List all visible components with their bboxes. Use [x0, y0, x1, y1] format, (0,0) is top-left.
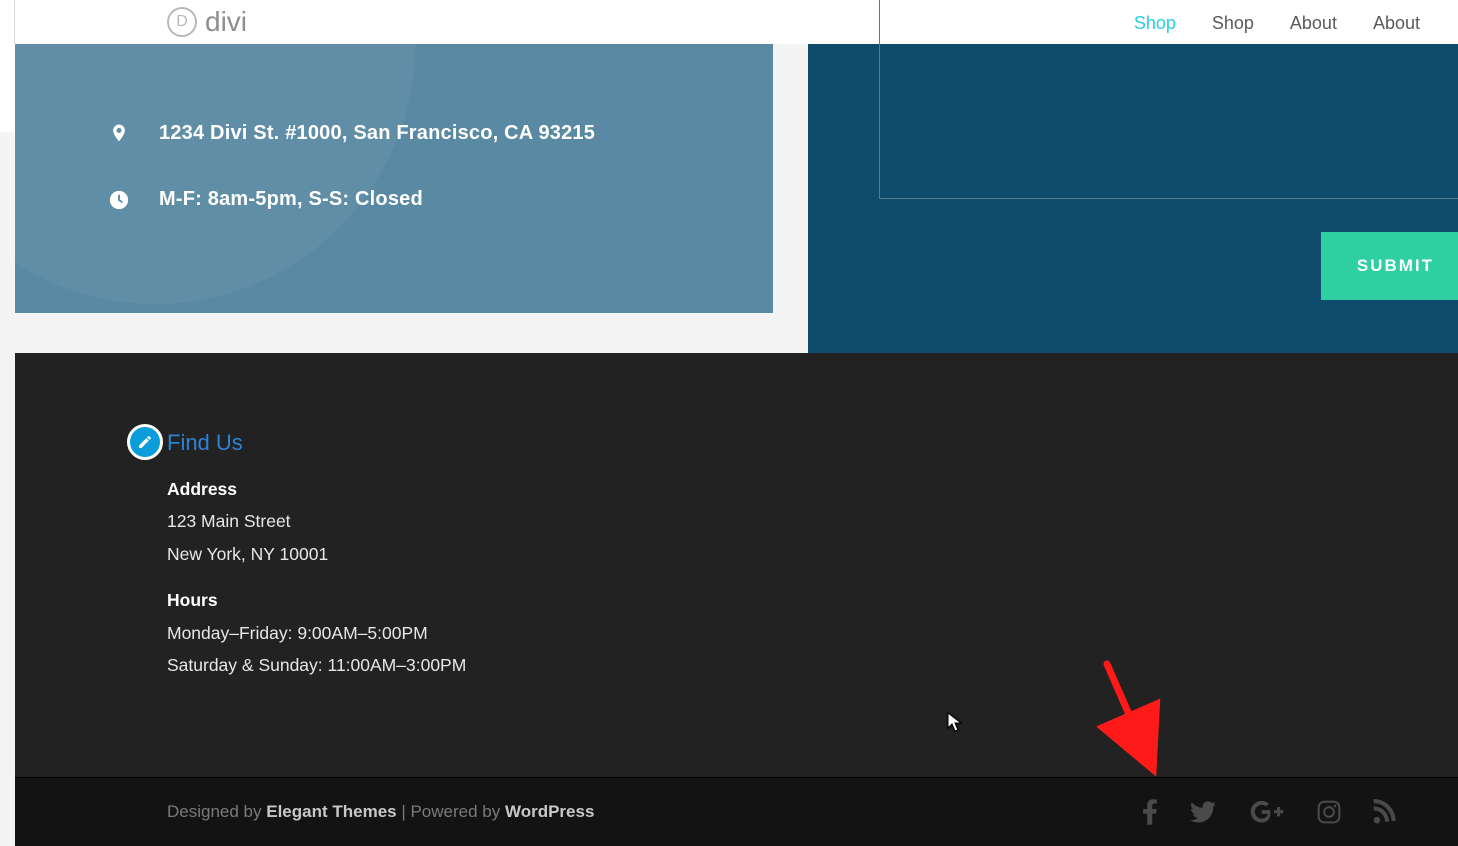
contact-address: 1234 Divi St. #1000, San Francisco, CA 9…	[159, 122, 595, 145]
logo[interactable]: D divi	[167, 6, 247, 38]
facebook-icon[interactable]	[1142, 798, 1158, 826]
footer-credits: Designed by Elegant Themes | Powered by …	[167, 802, 594, 822]
google-plus-icon[interactable]	[1248, 799, 1286, 825]
instagram-icon[interactable]	[1316, 799, 1342, 825]
twitter-icon[interactable]	[1188, 799, 1218, 825]
address-line-2: New York, NY 10001	[167, 540, 547, 569]
pencil-icon	[137, 434, 153, 450]
message-textarea[interactable]	[879, 0, 1458, 199]
logo-text: divi	[205, 6, 247, 38]
submit-button[interactable]: SUBMIT	[1321, 232, 1458, 300]
hours-line-1: Monday–Friday: 9:00AM–5:00PM	[167, 619, 547, 648]
map-pin-icon	[107, 120, 131, 146]
contact-form-panel: SUBMIT	[808, 44, 1458, 353]
edit-widget-button[interactable]	[127, 424, 163, 460]
wordpress-link[interactable]: WordPress	[505, 802, 594, 821]
rss-icon[interactable]	[1372, 799, 1398, 825]
logo-mark-icon: D	[167, 7, 197, 37]
elegant-themes-link[interactable]: Elegant Themes	[266, 802, 396, 821]
footer-bottom-bar: Designed by Elegant Themes | Powered by …	[15, 777, 1458, 846]
address-line-1: 123 Main Street	[167, 507, 547, 536]
find-us-heading: Find Us	[167, 425, 547, 461]
address-label: Address	[167, 479, 237, 499]
hours-label: Hours	[167, 590, 218, 610]
footer-widgets: Find Us Address 123 Main Street New York…	[15, 353, 1458, 777]
clock-icon	[107, 189, 131, 211]
contact-info-card: 1234 Divi St. #1000, San Francisco, CA 9…	[15, 44, 773, 313]
hours-line-2: Saturday & Sunday: 11:00AM–3:00PM	[167, 651, 547, 680]
contact-hours: M-F: 8am-5pm, S-S: Closed	[159, 188, 423, 211]
